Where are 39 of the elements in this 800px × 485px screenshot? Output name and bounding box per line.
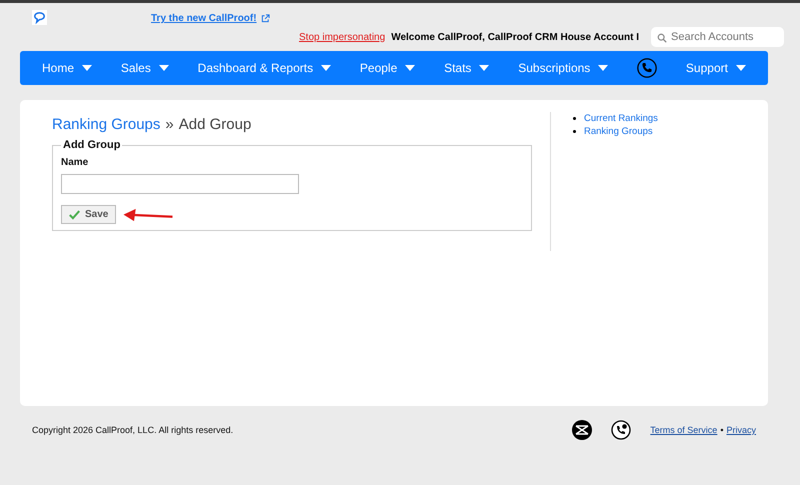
- logo-icon[interactable]: [32, 10, 47, 25]
- caret-icon: [158, 65, 169, 71]
- name-input[interactable]: [61, 174, 299, 194]
- caret-icon: [598, 65, 608, 71]
- external-link-icon: [260, 14, 270, 23]
- bullet-icon: [573, 117, 576, 120]
- welcome-text: Welcome CallProof, CallProof CRM House Account I: [391, 32, 639, 42]
- field-label: Name: [61, 157, 90, 168]
- caret-icon: [479, 65, 490, 71]
- checkmark-icon: [69, 210, 80, 220]
- breadcrumb-separator: »: [165, 116, 174, 133]
- stop-impersonating-link[interactable]: Stop impersonating: [299, 32, 386, 42]
- nav-menu-item[interactable]: Home: [42, 61, 92, 75]
- caret-icon: [82, 65, 92, 71]
- terms-link[interactable]: Terms of Service: [650, 425, 718, 435]
- privacy-link[interactable]: Privacy: [726, 425, 756, 435]
- sidebar-link[interactable]: Current Rankings: [584, 113, 658, 124]
- search-field[interactable]: Search Accounts: [651, 27, 784, 47]
- link-separator: •: [720, 425, 724, 435]
- nav-menu-item[interactable]: People: [360, 61, 416, 75]
- nav-menu-item[interactable]: Subscriptions: [518, 61, 608, 75]
- nav-menu-item[interactable]: Sales: [120, 61, 169, 75]
- nav-menu-item[interactable]: Dashboard & Reports: [198, 61, 332, 75]
- search-icon: [657, 33, 667, 43]
- form-legend: Add Group: [61, 139, 122, 151]
- nav-menu-item[interactable]: Stats: [444, 61, 490, 75]
- sidebar-link[interactable]: Ranking Groups: [584, 126, 653, 137]
- page-title: Add Group: [178, 116, 252, 133]
- caret-icon: [405, 65, 416, 71]
- save-button[interactable]: Save: [61, 205, 116, 224]
- caret-icon: [736, 65, 746, 71]
- nav-menu-item[interactable]: Support: [686, 61, 746, 75]
- phone-icon[interactable]: [611, 420, 632, 440]
- bullet-icon: [573, 130, 576, 133]
- envelope-icon[interactable]: [572, 420, 592, 440]
- promo-link[interactable]: Try the new CallProof!: [151, 13, 257, 24]
- caret-icon: [321, 65, 332, 71]
- copyright-text: Copyright 2026 CallProof, LLC. All rights reserved.: [32, 425, 234, 435]
- breadcrumb-link[interactable]: Ranking Groups: [52, 116, 160, 133]
